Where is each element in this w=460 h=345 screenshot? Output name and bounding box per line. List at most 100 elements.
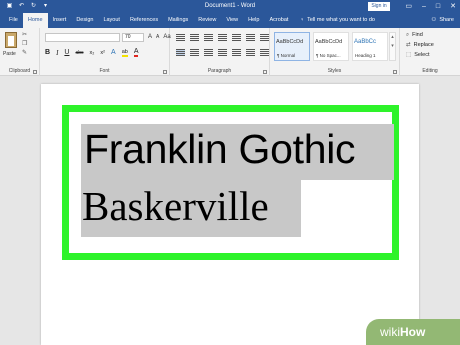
- franklin-gothic-text: Franklin Gothic: [84, 126, 356, 172]
- style-preview: AaBbCc: [354, 39, 377, 45]
- replace-label: Replace: [413, 42, 434, 48]
- sort-icon[interactable]: [246, 34, 255, 41]
- tab-insert[interactable]: Insert: [48, 13, 72, 28]
- italic-button[interactable]: I: [56, 49, 58, 57]
- editing-group-label: Editing: [422, 68, 438, 74]
- editing-group: ⌕ Find ⇄ Replace ⬚ Select Editing: [400, 28, 460, 76]
- justify-icon[interactable]: [218, 49, 227, 56]
- font-launcher-icon[interactable]: [163, 70, 167, 74]
- styles-group-label: Styles: [327, 68, 342, 74]
- replace-button[interactable]: ⇄ Replace: [406, 42, 434, 48]
- style-preview: AaBbCcDd: [315, 39, 343, 45]
- tell-me-text: Tell me what you want to do: [307, 17, 375, 23]
- lightbulb-icon: ♀: [300, 17, 305, 23]
- shading-icon[interactable]: [246, 49, 255, 56]
- watermark-wiki: wiki: [380, 325, 400, 339]
- show-marks-icon[interactable]: [260, 34, 269, 41]
- style-normal[interactable]: AaBbCcDd ¶ Normal: [274, 32, 310, 61]
- close-icon[interactable]: ✕: [450, 2, 456, 11]
- find-button[interactable]: ⌕ Find: [406, 32, 423, 39]
- baskerville-text: Baskerville: [82, 183, 269, 229]
- font-group-label: Font: [99, 68, 110, 74]
- style-preview: AaBbCcDd: [276, 39, 304, 45]
- text-effects-button[interactable]: A: [111, 49, 116, 56]
- restore-icon[interactable]: ▭: [405, 2, 412, 11]
- window-controls: ▭ – □ ✕: [405, 2, 456, 11]
- select-label: Select: [414, 52, 430, 58]
- tab-help[interactable]: Help: [243, 13, 264, 28]
- replace-icon: ⇄: [406, 42, 411, 48]
- highlight-button[interactable]: ab: [121, 49, 128, 57]
- ribbon-tabs: File Home Insert Design Layout Reference…: [0, 13, 460, 28]
- selected-text-line-2[interactable]: Baskerville: [81, 180, 301, 237]
- styles-gallery-scroll[interactable]: ▴ ▾: [389, 32, 396, 61]
- sign-in-button[interactable]: Sign in: [368, 2, 390, 11]
- numbering-icon[interactable]: [190, 34, 199, 41]
- cut-icon[interactable]: ✂: [22, 32, 27, 39]
- highlight-box: Franklin Gothic Baskerville: [62, 105, 399, 260]
- styles-group: AaBbCcDd ¶ Normal AaBbCcDd ¶ No Spac... …: [270, 28, 400, 76]
- tab-review[interactable]: Review: [193, 13, 221, 28]
- font-size-field[interactable]: 70: [122, 33, 144, 42]
- selected-text-line-1[interactable]: Franklin Gothic: [81, 124, 394, 180]
- maximize-icon[interactable]: □: [436, 2, 440, 11]
- tell-me-box[interactable]: ♀ Tell me what you want to do: [300, 13, 375, 28]
- style-heading-1[interactable]: AaBbCc Heading 1: [352, 32, 388, 61]
- style-no-spacing[interactable]: AaBbCcDd ¶ No Spac...: [313, 32, 349, 61]
- paragraph-group-label: Paragraph: [207, 68, 232, 74]
- grow-font-icon[interactable]: A: [148, 34, 152, 40]
- bullets-icon[interactable]: [176, 34, 185, 41]
- tab-layout[interactable]: Layout: [98, 13, 125, 28]
- tab-acrobat[interactable]: Acrobat: [264, 13, 293, 28]
- wikihow-logo: wikiHow: [366, 319, 460, 345]
- tab-home[interactable]: Home: [22, 13, 48, 28]
- borders-icon[interactable]: [260, 49, 269, 56]
- increase-indent-icon[interactable]: [232, 34, 241, 41]
- select-button[interactable]: ⬚ Select: [406, 52, 430, 58]
- font-name-field[interactable]: [45, 33, 120, 42]
- styles-launcher-icon[interactable]: [393, 70, 397, 74]
- clipboard-launcher-icon[interactable]: [33, 70, 37, 74]
- superscript-button[interactable]: x²: [100, 50, 105, 56]
- copy-icon[interactable]: ❐: [22, 41, 27, 48]
- window-title: Document1 - Word: [204, 3, 256, 9]
- minimize-icon[interactable]: –: [422, 2, 426, 11]
- paste-icon[interactable]: [5, 32, 17, 48]
- decrease-indent-icon[interactable]: [218, 34, 227, 41]
- tab-design[interactable]: Design: [71, 13, 98, 28]
- underline-button[interactable]: U: [64, 49, 69, 56]
- tab-references[interactable]: References: [125, 13, 163, 28]
- format-painter-icon[interactable]: ✎: [22, 50, 27, 57]
- person-icon: ⚇: [431, 17, 437, 23]
- shrink-font-icon[interactable]: A: [156, 34, 159, 40]
- align-center-icon[interactable]: [190, 49, 199, 56]
- subscript-button[interactable]: x₂: [90, 50, 95, 56]
- style-name: ¶ Normal: [277, 53, 296, 58]
- share-label: Share: [439, 17, 454, 23]
- align-right-icon[interactable]: [204, 49, 213, 56]
- select-icon: ⬚: [406, 52, 412, 58]
- paragraph-launcher-icon[interactable]: [263, 70, 267, 74]
- tab-view[interactable]: View: [221, 13, 243, 28]
- paste-button[interactable]: Paste: [3, 51, 16, 57]
- bold-button[interactable]: B: [45, 49, 50, 56]
- title-bar: ▣ ↶ ↻ ▾ Document1 - Word Sign in ▭ – □ ✕: [0, 0, 460, 13]
- word-window: ▣ ↶ ↻ ▾ Document1 - Word Sign in ▭ – □ ✕…: [0, 0, 460, 345]
- multilevel-list-icon[interactable]: [204, 34, 213, 41]
- line-spacing-icon[interactable]: [232, 49, 241, 56]
- ribbon: Paste ✂ ❐ ✎ Clipboard 70 A A Aa B I U ab…: [0, 28, 460, 76]
- clipboard-group: Paste ✂ ❐ ✎ Clipboard: [0, 28, 40, 76]
- strikethrough-button[interactable]: abc: [75, 50, 83, 56]
- font-color-button[interactable]: A: [133, 48, 139, 57]
- tab-mailings[interactable]: Mailings: [163, 13, 193, 28]
- style-name: ¶ No Spac...: [316, 53, 341, 58]
- search-icon: ⌕: [406, 32, 410, 38]
- paragraph-group: Paragraph: [170, 28, 270, 76]
- tab-file[interactable]: File: [4, 13, 23, 28]
- font-group: 70 A A Aa B I U abc x₂ x² A ab A Font: [40, 28, 171, 76]
- find-label: Find: [412, 32, 423, 38]
- align-left-icon[interactable]: [176, 49, 185, 56]
- share-button[interactable]: ⚇ Share: [431, 13, 454, 28]
- style-name: Heading 1: [355, 53, 376, 58]
- watermark-how: How: [400, 325, 426, 339]
